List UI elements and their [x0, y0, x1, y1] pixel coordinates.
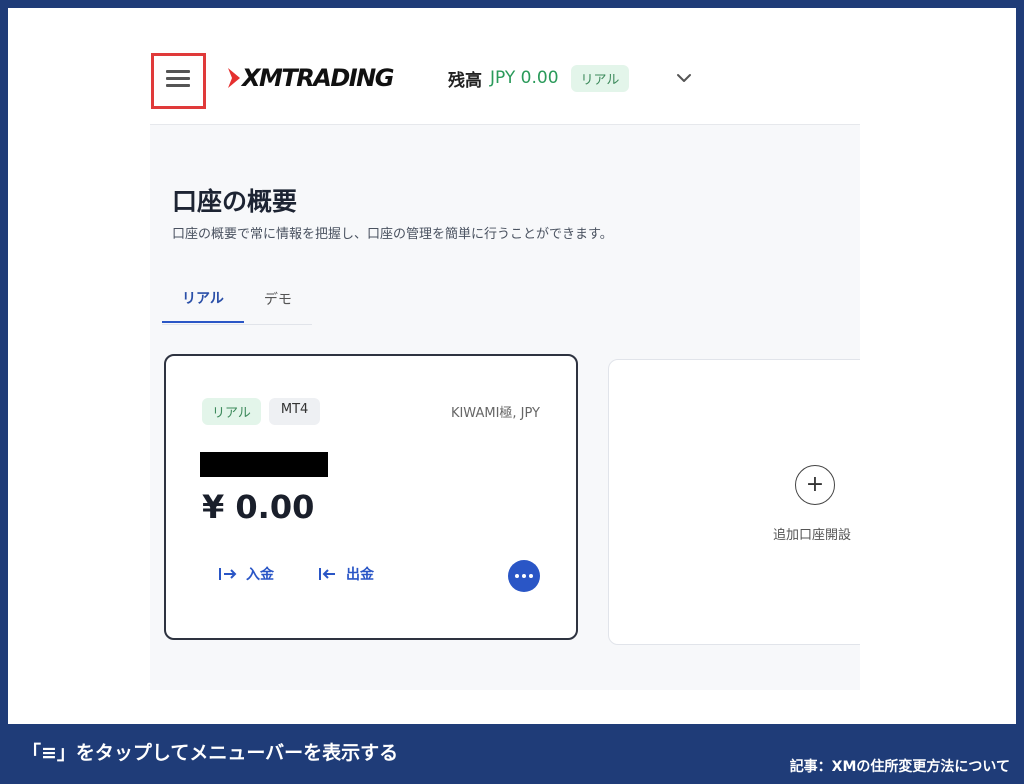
footer-caption: 「≡」をタップしてメニューバーを表示する — [22, 742, 399, 764]
page-subtitle: 口座の概要で常に情報を把握し、口座の管理を簡単に行うことができます。 — [172, 227, 613, 242]
more-dots-icon — [529, 574, 533, 578]
account-card[interactable]: リアル MT4 KIWAMI極, JPY ¥ 0.00 入金 出金 — [164, 354, 578, 640]
deposit-label: 入金 — [246, 567, 274, 583]
header-balance: 残高 JPY 0.00 リアル — [448, 64, 630, 92]
deposit-button[interactable]: 入金 — [218, 564, 274, 584]
article-frame: XMTRADING 残高 JPY 0.00 リアル 口座の概要 口座の概要で常に… — [0, 0, 1024, 784]
withdraw-label: 出金 — [346, 567, 374, 583]
card-badges: リアル MT4 — [202, 398, 321, 425]
account-type: KIWAMI極, JPY — [450, 406, 540, 421]
card-actions: 入金 出金 — [218, 564, 374, 584]
more-dots-icon — [515, 574, 519, 578]
logo-text: XMTRADING — [242, 64, 394, 92]
add-account-label: 追加口座開設 — [773, 528, 852, 543]
card-mode-badge: リアル — [202, 398, 261, 425]
page-title: 口座の概要 — [172, 187, 298, 216]
more-dots-icon — [522, 574, 526, 578]
account-mode-badge: リアル — [570, 64, 630, 92]
tab-real[interactable]: リアル — [162, 275, 244, 323]
footer-article-title: 記事：XMの住所変更方法について — [789, 759, 1010, 775]
balance-label: 残高 — [448, 70, 482, 91]
redacted-account-number — [200, 452, 328, 477]
plus-icon[interactable]: + — [795, 465, 835, 505]
tab-track — [162, 324, 312, 325]
chevron-down-icon[interactable] — [676, 72, 692, 84]
withdraw-arrow-icon — [319, 568, 335, 580]
withdraw-button[interactable]: 出金 — [318, 564, 374, 584]
card-balance: ¥ 0.00 — [202, 488, 315, 526]
xm-logo[interactable]: XMTRADING — [228, 62, 394, 94]
card-platform-badge: MT4 — [268, 398, 321, 425]
logo-mark-icon — [228, 68, 240, 88]
main-content: 口座の概要 口座の概要で常に情報を把握し、口座の管理を簡単に行うことができます。… — [150, 125, 860, 690]
hamburger-menu-icon[interactable] — [166, 68, 190, 88]
deposit-arrow-icon — [219, 568, 237, 580]
more-options-button[interactable] — [508, 560, 540, 592]
add-account-card[interactable]: + 追加口座開設 — [608, 359, 860, 645]
tab-demo[interactable]: デモ — [244, 275, 312, 323]
balance-value: JPY 0.00 — [490, 68, 559, 88]
account-tabs: リアル デモ — [162, 275, 312, 325]
